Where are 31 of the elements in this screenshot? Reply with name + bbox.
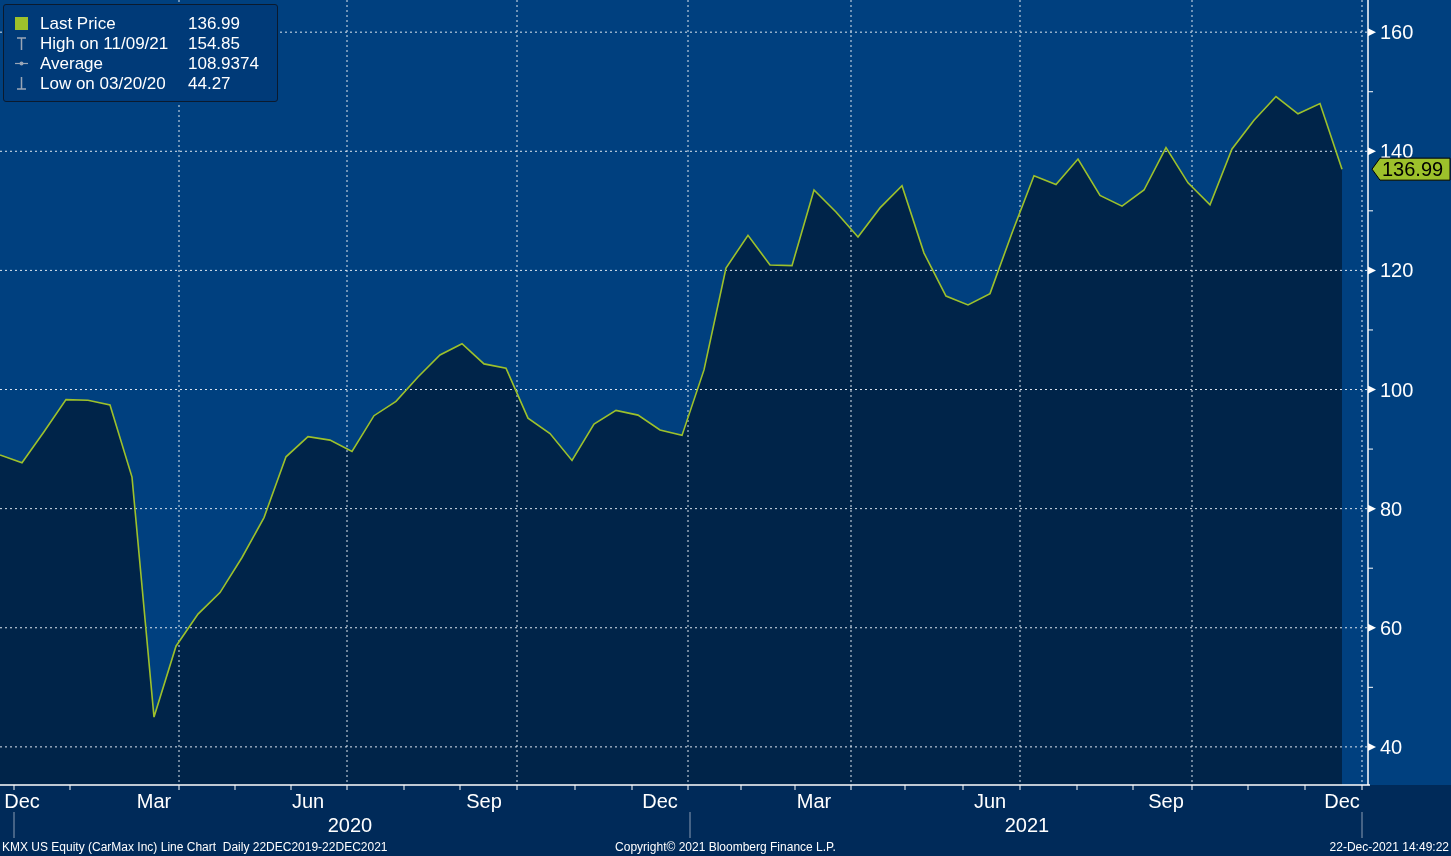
y-axis-label: 160 bbox=[1380, 21, 1414, 44]
x-axis-label: Jun bbox=[973, 790, 1007, 812]
x-axis-label: Mar bbox=[796, 790, 832, 812]
legend-value: 44.27 bbox=[188, 74, 231, 92]
x-axis-label: Jun bbox=[291, 790, 325, 812]
timestamp: 22-Dec-2021 14:49:22 bbox=[1328, 839, 1449, 856]
legend-label: Last Price bbox=[40, 14, 117, 32]
x-axis-label: Mar bbox=[136, 790, 172, 812]
legend-value: 154.85 bbox=[188, 34, 240, 52]
year-label: 2020 bbox=[327, 814, 373, 836]
x-axis-label: Dec bbox=[4, 790, 40, 812]
legend-label: Low on 03/20/20 bbox=[40, 74, 167, 92]
y-axis-label: 100 bbox=[1380, 378, 1414, 401]
high-marker-icon bbox=[14, 36, 28, 50]
legend-label: High on 11/09/21 bbox=[40, 34, 170, 52]
chart-description: KMX US Equity (CarMax Inc) Line Chart Daily 22DEC2019-22DEC2021 bbox=[2, 839, 389, 856]
last-price-tag: 136.99 bbox=[1371, 157, 1451, 181]
x-axis-label: Sep bbox=[1148, 790, 1184, 812]
copyright-text: Copyright© 2021 Bloomberg Finance L.P. bbox=[615, 839, 836, 856]
low-marker-icon bbox=[14, 76, 28, 90]
legend-value: 136.99 bbox=[188, 14, 240, 32]
x-axis-label: Dec bbox=[642, 790, 678, 812]
x-axis-label: Dec bbox=[1324, 790, 1360, 812]
year-label: 2021 bbox=[1004, 814, 1050, 836]
y-axis-label: 80 bbox=[1380, 497, 1403, 520]
y-axis-label: 40 bbox=[1380, 735, 1403, 758]
legend-value: 108.9374 bbox=[188, 54, 259, 72]
y-axis-label: 120 bbox=[1380, 259, 1414, 282]
x-axis-label: Sep bbox=[466, 790, 502, 812]
legend-label: Average bbox=[40, 54, 104, 72]
y-axis-label: 60 bbox=[1380, 616, 1403, 639]
